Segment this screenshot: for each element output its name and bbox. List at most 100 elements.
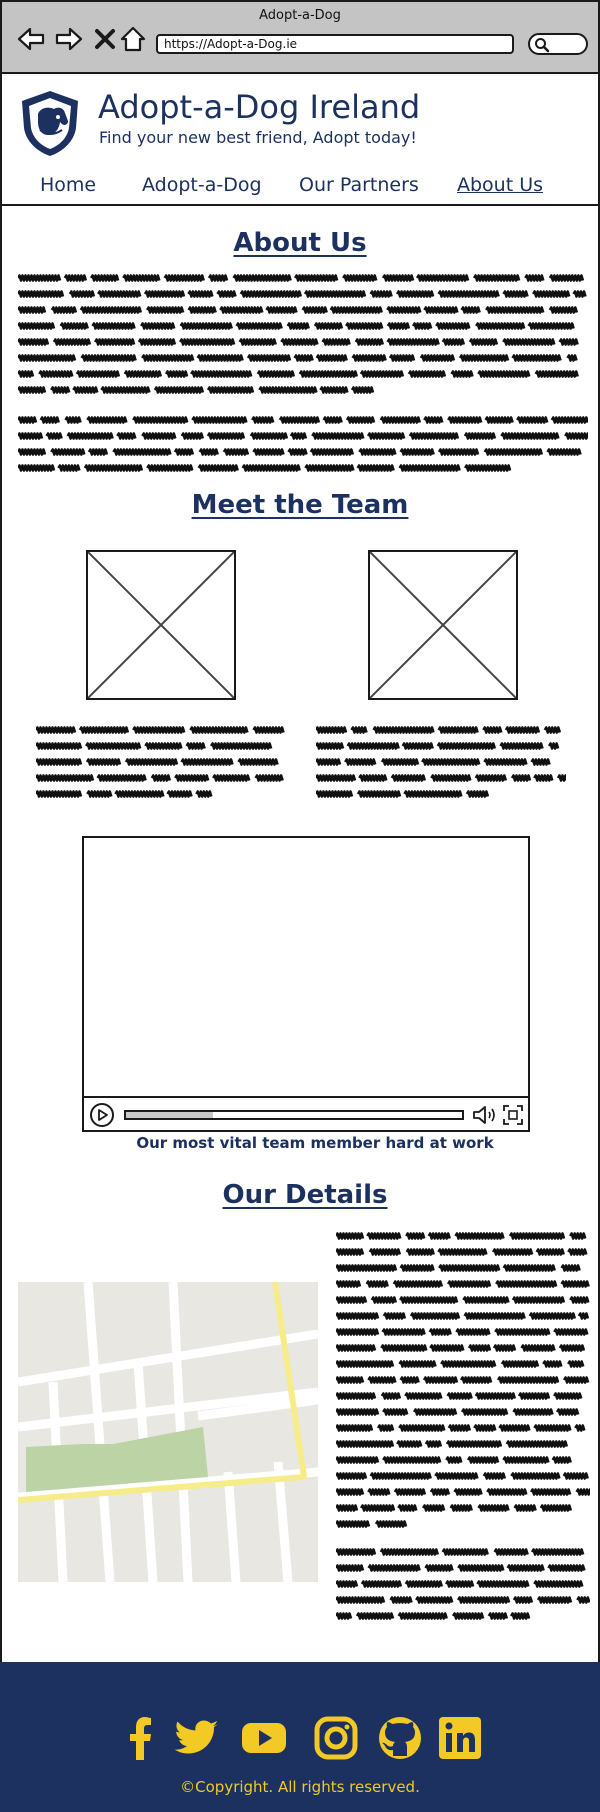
github-icon[interactable] [376,1714,424,1762]
placeholder-text-scribble [309,448,355,456]
placeholder-text-scribble [513,1504,537,1512]
placeholder-text-scribble [112,448,172,456]
placeholder-text-scribble [36,790,83,798]
team-member-photo-1 [86,550,236,700]
placeholder-text-scribble [492,1344,517,1352]
facebook-icon[interactable] [116,1714,164,1762]
site-tagline: Find your new best friend, Adopt today! [99,128,417,147]
placeholder-text-scribble [512,1596,534,1604]
placeholder-text-scribble [206,432,246,440]
placeholder-text-scribble [560,1280,590,1288]
placeholder-text-scribble [18,386,47,394]
video-caption: Our most vital team member hard at work [136,1134,494,1152]
placeholder-text-scribble [89,274,120,282]
placeholder-text-scribble [83,464,144,472]
youtube-icon[interactable] [240,1714,288,1762]
placeholder-text-scribble [359,370,405,378]
placeholder-text-scribble [164,370,189,378]
details-paragraph-2 [336,1546,590,1626]
placeholder-text-scribble [122,274,161,282]
placeholder-text-scribble [66,432,114,440]
placeholder-text-scribble [511,354,562,362]
placeholder-text-scribble [530,1548,585,1556]
placeholder-text-scribble [254,774,284,782]
placeholder-text-scribble [85,742,142,750]
placeholder-text-scribble [424,1440,443,1448]
placeholder-text-scribble [179,322,233,330]
placeholder-text-scribble [484,416,514,424]
nav-our-partners[interactable]: Our Partners [299,174,419,196]
fullscreen-icon[interactable] [502,1104,524,1126]
placeholder-text-scribble [474,774,508,782]
placeholder-text-scribble [18,448,47,456]
placeholder-text-scribble [393,1488,427,1496]
placeholder-text-scribble [336,1580,359,1588]
placeholder-text-scribble [238,338,277,346]
placeholder-text-scribble [366,1232,402,1240]
placeholder-text-scribble [386,306,422,314]
placeholder-text-scribble [423,416,444,424]
forward-arrow-icon[interactable] [54,24,84,54]
nav-adopt-a-dog[interactable]: Adopt-a-Dog [142,174,262,196]
placeholder-text-scribble [463,1312,526,1320]
placeholder-text-scribble [502,290,529,298]
dog-shield-logo-icon[interactable] [18,88,82,158]
instagram-icon[interactable] [312,1714,360,1762]
placeholder-text-scribble [370,1296,398,1304]
placeholder-text-scribble [551,1456,572,1464]
placeholder-text-scribble [239,290,303,298]
placeholder-text-scribble [336,1548,377,1556]
volume-icon[interactable] [472,1104,498,1126]
nav-about-us[interactable]: About Us [457,174,543,196]
placeholder-text-scribble [86,416,128,424]
placeholder-text-scribble [342,274,378,282]
placeholder-text-scribble [293,354,314,362]
twitter-icon[interactable] [174,1714,222,1762]
placeholder-text-scribble [506,1564,545,1572]
browser-search-field[interactable] [528,33,588,55]
play-button[interactable] [90,1103,114,1127]
placeholder-text-scribble [336,1424,374,1432]
placeholder-text-scribble [336,1248,365,1256]
video-progress-bar[interactable] [124,1110,464,1120]
placeholder-text-scribble [72,386,99,394]
placeholder-text-scribble [382,1312,407,1320]
placeholder-text-scribble [436,742,497,750]
placeholder-text-scribble [187,290,214,298]
home-icon[interactable] [118,24,148,54]
placeholder-text-scribble [351,354,387,362]
linkedin-icon[interactable] [436,1714,484,1762]
placeholder-text-scribble [445,1456,463,1464]
placeholder-text-scribble [399,1264,435,1272]
placeholder-text-scribble [344,758,377,766]
placeholder-text-scribble [287,448,308,456]
placeholder-text-scribble [355,1612,395,1620]
about-heading: About Us [233,228,367,258]
placeholder-text-scribble [502,1264,556,1272]
placeholder-text-scribble [415,1596,454,1604]
url-bar[interactable]: https://Adopt-a-Dog.ie [156,34,514,54]
placeholder-text-scribble [510,1472,561,1480]
video-player[interactable] [82,836,530,1132]
placeholder-text-scribble [401,742,434,750]
nav-home[interactable]: Home [40,174,96,196]
back-arrow-icon[interactable] [16,24,46,54]
placeholder-text-scribble [372,726,435,734]
placeholder-text-scribble [18,370,35,378]
details-paragraph-1 [336,1230,590,1530]
location-map[interactable] [18,1282,318,1582]
placeholder-text-scribble [500,432,560,440]
placeholder-text-scribble [560,1264,581,1272]
placeholder-text-scribble [301,306,328,314]
close-x-icon[interactable] [90,24,120,54]
placeholder-text-scribble [206,386,255,394]
placeholder-text-scribble [397,1504,418,1512]
placeholder-text-scribble [141,354,195,362]
placeholder-text-scribble [316,742,345,750]
placeholder-text-scribble [415,274,470,282]
placeholder-text-scribble [482,726,503,734]
placeholder-text-scribble [450,370,474,378]
placeholder-text-scribble [419,354,456,362]
placeholder-text-scribble [576,1596,590,1604]
placeholder-text-scribble [566,354,578,362]
